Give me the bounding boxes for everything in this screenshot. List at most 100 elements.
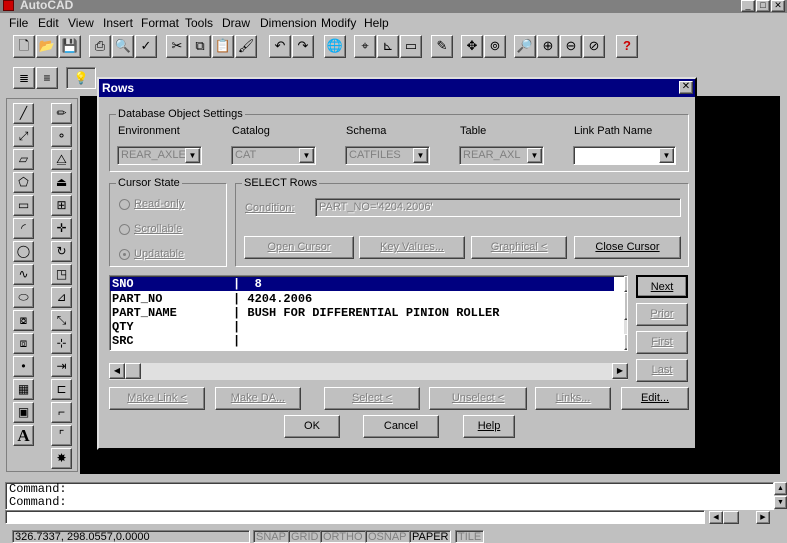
zoom-all-icon[interactable]: ⊘: [583, 35, 605, 58]
copy-icon[interactable]: ⧉: [189, 35, 211, 58]
print-preview-icon[interactable]: 🔍: [112, 35, 134, 58]
multiline-text-icon[interactable]: A: [13, 425, 34, 446]
command-scrollbar[interactable]: ▲ ▼: [774, 482, 787, 510]
help-icon[interactable]: ?: [616, 35, 638, 58]
match-properties-icon[interactable]: 🖌: [235, 35, 257, 58]
save-icon[interactable]: 💾: [59, 35, 81, 58]
arc-icon[interactable]: ◜: [13, 218, 34, 239]
command-input[interactable]: [5, 510, 705, 524]
explode-icon[interactable]: ✸: [51, 448, 72, 469]
close-button[interactable]: ✕: [771, 0, 785, 12]
table-row[interactable]: PART_NAME | BUSH FOR DIFFERENTIAL PINION…: [110, 306, 614, 320]
lengthen-icon[interactable]: ⤡: [51, 310, 72, 331]
circle-icon[interactable]: ◯: [13, 241, 34, 262]
extend-icon[interactable]: ⇥: [51, 356, 72, 377]
spline-icon[interactable]: ∿: [13, 264, 34, 285]
layers-icon[interactable]: ≣: [13, 67, 35, 89]
construction-line-icon[interactable]: ⤢: [13, 126, 34, 147]
open-file-icon[interactable]: 📂: [36, 35, 58, 58]
scroll-up-icon[interactable]: ▲: [624, 276, 627, 292]
region-icon[interactable]: ▣: [13, 402, 34, 423]
zoom-previous-icon[interactable]: ⊖: [560, 35, 582, 58]
scroll-thumb[interactable]: [723, 511, 739, 524]
scroll-right-icon[interactable]: ▶: [612, 363, 628, 379]
minimize-button[interactable]: _: [741, 0, 755, 12]
mirror-icon[interactable]: ⧋: [51, 149, 72, 170]
launch-browser-icon[interactable]: 🌐: [324, 35, 346, 58]
chamfer-icon[interactable]: ⌐: [51, 402, 72, 423]
scroll-left-icon[interactable]: ◀: [709, 511, 723, 524]
snap-toggle[interactable]: SNAP: [253, 530, 289, 543]
links-button[interactable]: Links...: [535, 387, 611, 410]
rotate-icon[interactable]: ↻: [51, 241, 72, 262]
cancel-button[interactable]: Cancel: [363, 415, 439, 438]
table-row[interactable]: QTY |: [110, 320, 614, 334]
ucs-icon[interactable]: ⊾: [377, 35, 399, 58]
first-button[interactable]: First: [636, 331, 688, 354]
spelling-icon[interactable]: ✓: [135, 35, 157, 58]
scroll-down-icon[interactable]: ▼: [774, 496, 787, 509]
osnap-toggle[interactable]: OSNAP: [365, 530, 410, 543]
undo-icon[interactable]: ↶: [269, 35, 291, 58]
grid-toggle[interactable]: GRID: [288, 530, 322, 543]
polygon-icon[interactable]: ⬠: [13, 172, 34, 193]
array-icon[interactable]: ⊞: [51, 195, 72, 216]
scroll-left-icon[interactable]: ◀: [109, 363, 125, 379]
polyline-icon[interactable]: ▱: [13, 149, 34, 170]
rectangle-icon[interactable]: ▭: [13, 195, 34, 216]
make-da-button[interactable]: Make DA...: [215, 387, 301, 410]
inquiry-icon[interactable]: ▭: [400, 35, 422, 58]
last-button[interactable]: Last: [636, 359, 688, 382]
link-path-select[interactable]: ▼: [573, 146, 676, 165]
schema-select[interactable]: CATFILES ▼: [345, 146, 430, 165]
autocad-app-icon[interactable]: [3, 0, 14, 11]
menu-view[interactable]: View: [68, 16, 94, 30]
menu-draw[interactable]: Draw: [222, 16, 250, 30]
tile-toggle[interactable]: TILE: [455, 530, 485, 543]
close-cursor-button[interactable]: Close Cursor: [574, 236, 681, 259]
grid-horizontal-scrollbar[interactable]: ◀ ▶: [109, 363, 628, 380]
unselect-button[interactable]: Unselect <: [429, 387, 527, 410]
line-icon[interactable]: ╱: [13, 103, 34, 124]
menu-modify[interactable]: Modify: [321, 16, 356, 30]
scroll-down-icon[interactable]: ▼: [624, 334, 627, 350]
menu-format[interactable]: Format: [141, 16, 179, 30]
menu-file[interactable]: File: [9, 16, 28, 30]
environment-select[interactable]: REAR_AXLE ▼: [117, 146, 202, 165]
next-button[interactable]: Next: [636, 275, 688, 298]
help-button[interactable]: Help: [463, 415, 515, 438]
layer-bulb-icon[interactable]: 💡: [66, 67, 96, 89]
cut-icon[interactable]: ✂: [166, 35, 188, 58]
paper-toggle[interactable]: PAPER: [409, 530, 452, 543]
table-row[interactable]: PART_NO | 4204.2006: [110, 292, 614, 306]
offset-icon[interactable]: ⏏: [51, 172, 72, 193]
graphical-button[interactable]: Graphical <: [471, 236, 567, 259]
object-snap-icon[interactable]: ⌖: [354, 35, 376, 58]
pan-icon[interactable]: ✥: [461, 35, 483, 58]
aerial-view-icon[interactable]: ⊚: [484, 35, 506, 58]
read-only-radio[interactable]: Read-only: [119, 198, 184, 210]
prior-button[interactable]: Prior: [636, 303, 688, 326]
scroll-thumb[interactable]: [624, 292, 627, 320]
table-row[interactable]: SNO | 8: [110, 277, 614, 291]
redo-icon[interactable]: ↷: [292, 35, 314, 58]
scroll-thumb[interactable]: [125, 363, 141, 379]
open-cursor-button[interactable]: Open Cursor: [244, 236, 354, 259]
insert-block-icon[interactable]: ⧇: [13, 310, 34, 331]
move-icon[interactable]: ✛: [51, 218, 72, 239]
ok-button[interactable]: OK: [284, 415, 340, 438]
erase-icon[interactable]: ✏: [51, 103, 72, 124]
scroll-right-icon[interactable]: ▶: [756, 511, 770, 524]
menu-tools[interactable]: Tools: [185, 16, 213, 30]
table-select[interactable]: REAR_AXL ▼: [459, 146, 544, 165]
paste-icon[interactable]: 📋: [212, 35, 234, 58]
zoom-realtime-icon[interactable]: 🔎: [514, 35, 536, 58]
edit-button[interactable]: Edit...: [621, 387, 689, 410]
key-values-button[interactable]: Key Values...: [359, 236, 465, 259]
menu-insert[interactable]: Insert: [103, 16, 133, 30]
menu-edit[interactable]: Edit: [38, 16, 59, 30]
menu-dimension[interactable]: Dimension: [260, 16, 317, 30]
ellipse-icon[interactable]: ⬭: [13, 287, 34, 308]
grid-vertical-scrollbar[interactable]: ▲ ▼: [624, 276, 627, 350]
condition-field[interactable]: PART_NO='4204.2006': [315, 198, 681, 217]
